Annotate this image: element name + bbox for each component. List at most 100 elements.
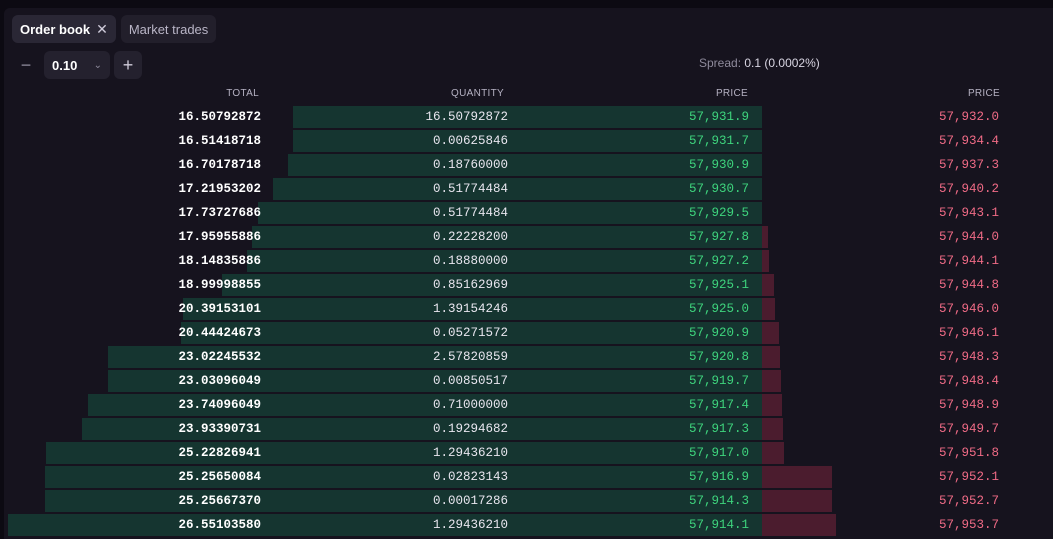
- order-book-row[interactable]: 25.22826941 1.29436210 57,917.0 57,951.8: [4, 441, 1053, 465]
- bid-quantity: 0.71000000: [432, 398, 508, 412]
- order-book-row[interactable]: 16.51418718 0.00625846 57,931.7 57,934.4: [4, 129, 1053, 153]
- ask-price: 57,952.7: [938, 494, 999, 508]
- ask-depth-bar: [762, 418, 784, 440]
- ask-price: 57,940.2: [938, 182, 999, 196]
- order-book-row[interactable]: 17.73727686 0.51774484 57,929.5 57,943.1: [4, 201, 1053, 225]
- bid-quantity: 0.05271572: [432, 326, 508, 340]
- bid-price: 57,917.4: [688, 398, 749, 412]
- bid-total: 17.21953202: [178, 182, 261, 196]
- tick-size-value: 0.10: [52, 57, 78, 73]
- ask-depth-bar: [762, 370, 782, 392]
- bid-price: 57,925.0: [688, 302, 749, 316]
- order-book-row[interactable]: 23.74096049 0.71000000 57,917.4 57,948.9: [4, 393, 1053, 417]
- bid-total: 23.93390731: [178, 422, 261, 436]
- tab-order-book[interactable]: Order book ✕: [12, 15, 116, 43]
- bid-total: 16.50792872: [178, 110, 261, 124]
- bid-total: 26.55103580: [178, 518, 261, 532]
- ask-price: 57,946.1: [938, 326, 999, 340]
- bid-depth-bar: [45, 442, 762, 464]
- ask-price: 57,948.3: [938, 350, 999, 364]
- bid-total: 23.74096049: [178, 398, 261, 412]
- ask-price: 57,946.0: [938, 302, 999, 316]
- order-book-row[interactable]: 17.95955886 0.22228200 57,927.8 57,944.0: [4, 225, 1053, 249]
- bid-price: 57,919.7: [688, 374, 749, 388]
- bid-quantity: 1.29436210: [432, 518, 508, 532]
- column-headers: TOTAL QUANTITY PRICE PRICE: [4, 88, 1053, 104]
- bid-quantity: 16.50792872: [425, 110, 508, 124]
- ask-depth-bar: [762, 274, 775, 296]
- ask-depth-bar: [762, 490, 833, 512]
- ask-depth-bar: [762, 322, 780, 344]
- bid-total: 25.25650084: [178, 470, 261, 484]
- tab-bar: Order book ✕ Market trades: [12, 15, 217, 43]
- bid-price: 57,914.3: [688, 494, 749, 508]
- bid-total: 23.03096049: [178, 374, 261, 388]
- order-book-row[interactable]: 25.25650084 0.02823143 57,916.9 57,952.1: [4, 465, 1053, 489]
- bid-quantity: 0.18760000: [432, 158, 508, 172]
- tab-market-trades[interactable]: Market trades: [120, 15, 217, 43]
- bid-price: 57,920.9: [688, 326, 749, 340]
- bid-quantity: 0.00017286: [432, 494, 508, 508]
- order-book-row[interactable]: 18.14835886 0.18880000 57,927.2 57,944.1: [4, 249, 1053, 273]
- order-book-row[interactable]: 20.39153101 1.39154246 57,925.0 57,946.0: [4, 297, 1053, 321]
- minus-icon: −: [20, 54, 32, 75]
- tick-size-select[interactable]: 0.10 ⌄: [44, 51, 110, 79]
- spread-label: Spread:: [699, 56, 742, 70]
- order-book-row[interactable]: 26.55103580 1.29436210 57,914.1 57,953.7: [4, 513, 1053, 537]
- ask-price: 57,934.4: [938, 134, 999, 148]
- bid-total: 17.95955886: [178, 230, 261, 244]
- bid-quantity: 0.19294682: [432, 422, 508, 436]
- bid-quantity: 0.02823143: [432, 470, 508, 484]
- ask-price: 57,944.1: [938, 254, 999, 268]
- ask-price: 57,943.1: [938, 206, 999, 220]
- bid-price: 57,929.5: [688, 206, 749, 220]
- ask-depth-bar: [762, 394, 783, 416]
- bid-depth-bar: [44, 466, 762, 488]
- ask-price: 57,953.7: [938, 518, 999, 532]
- order-book-row[interactable]: 18.99998855 0.85162969 57,925.1 57,944.8: [4, 273, 1053, 297]
- header-total[interactable]: TOTAL: [226, 88, 259, 99]
- bid-price: 57,916.9: [688, 470, 749, 484]
- bid-total: 16.51418718: [178, 134, 261, 148]
- bid-total: 20.39153101: [178, 302, 261, 316]
- order-book-row[interactable]: 16.50792872 16.50792872 57,931.9 57,932.0: [4, 105, 1053, 129]
- order-book-row[interactable]: 16.70178718 0.18760000 57,930.9 57,937.3: [4, 153, 1053, 177]
- order-book-row[interactable]: 23.02245532 2.57820859 57,920.8 57,948.3: [4, 345, 1053, 369]
- bid-price: 57,930.9: [688, 158, 749, 172]
- bid-quantity: 2.57820859: [432, 350, 508, 364]
- bid-price: 57,925.1: [688, 278, 749, 292]
- bid-quantity: 1.29436210: [432, 446, 508, 460]
- bid-quantity: 0.51774484: [432, 182, 508, 196]
- ask-depth-bar: [762, 466, 833, 488]
- chevron-down-icon: ⌄: [93, 59, 102, 71]
- bid-quantity: 0.18880000: [432, 254, 508, 268]
- bid-total: 23.02245532: [178, 350, 261, 364]
- bid-depth-bar: [258, 202, 762, 224]
- header-ask-price[interactable]: PRICE: [968, 88, 1000, 99]
- order-book-row[interactable]: 17.21953202 0.51774484 57,930.7 57,940.2: [4, 177, 1053, 201]
- ask-price: 57,948.4: [938, 374, 999, 388]
- bid-quantity: 0.00850517: [432, 374, 508, 388]
- bid-price: 57,917.3: [688, 422, 749, 436]
- tick-size-controls: − 0.10 ⌄ +: [12, 51, 142, 79]
- close-icon[interactable]: ✕: [96, 21, 108, 38]
- order-book-row[interactable]: 23.93390731 0.19294682 57,917.3 57,949.7: [4, 417, 1053, 441]
- spread-value: 0.1 (0.0002%): [744, 56, 820, 70]
- bid-price: 57,927.2: [688, 254, 749, 268]
- increase-tick-button[interactable]: +: [114, 51, 142, 79]
- order-book-row[interactable]: 25.25667370 0.00017286 57,914.3 57,952.7: [4, 489, 1053, 513]
- header-quantity[interactable]: QUANTITY: [451, 88, 504, 99]
- ask-price: 57,952.1: [938, 470, 999, 484]
- order-book-row[interactable]: 23.03096049 0.00850517 57,919.7 57,948.4: [4, 369, 1053, 393]
- header-bid-price[interactable]: PRICE: [716, 88, 748, 99]
- ask-depth-bar: [762, 298, 776, 320]
- bid-total: 20.44424673: [178, 326, 261, 340]
- ask-price: 57,949.7: [938, 422, 999, 436]
- bid-price: 57,931.9: [688, 110, 749, 124]
- order-book-row[interactable]: 20.44424673 0.05271572 57,920.9 57,946.1: [4, 321, 1053, 345]
- ask-depth-bar: [762, 250, 770, 272]
- bid-quantity: 0.85162969: [432, 278, 508, 292]
- decrease-tick-button[interactable]: −: [12, 51, 40, 79]
- ask-depth-bar: [762, 514, 837, 536]
- tab-label: Market trades: [128, 21, 209, 37]
